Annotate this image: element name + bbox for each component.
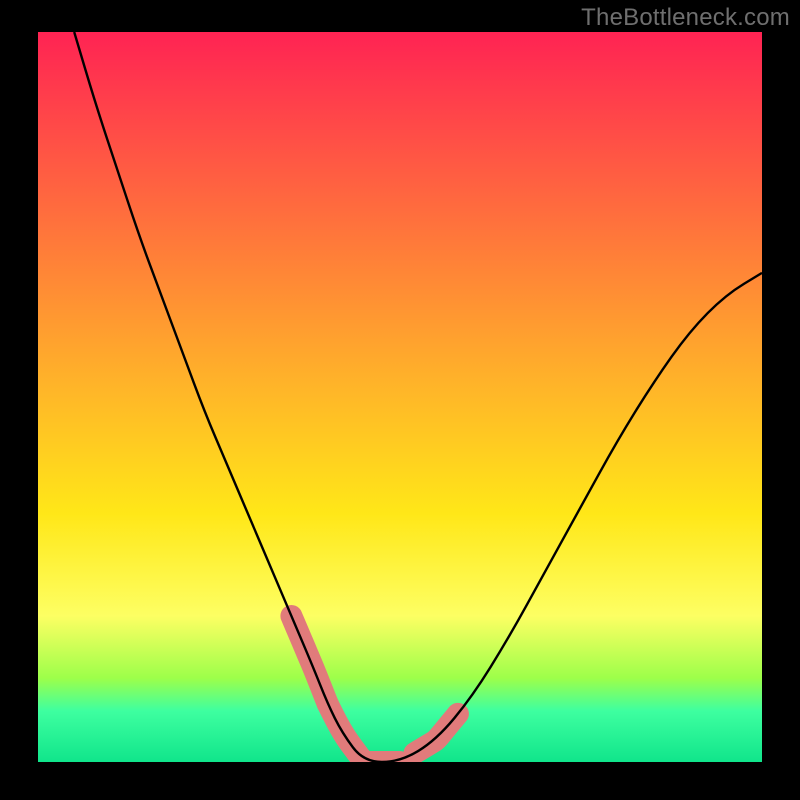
chart-frame: TheBottleneck.com [0, 0, 800, 800]
chart-plot-area [38, 32, 762, 762]
gradient-background [38, 32, 762, 762]
chart-svg [38, 32, 762, 762]
watermark-text: TheBottleneck.com [581, 4, 790, 32]
